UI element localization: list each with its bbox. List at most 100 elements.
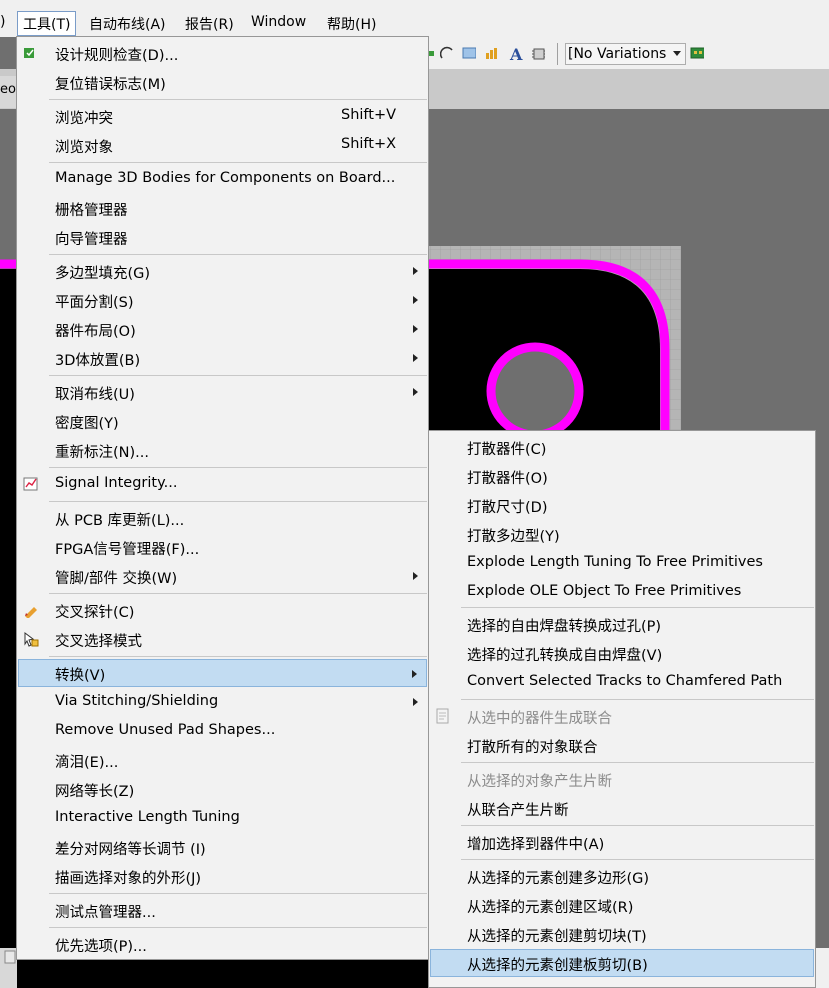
menu-item-outline-selected[interactable]: 描画选择对象的外形(J) bbox=[18, 862, 427, 890]
menu-separator bbox=[461, 699, 814, 700]
menu-item-reset-errors[interactable]: 复位错误标志(M) bbox=[18, 68, 427, 96]
menu-item-convert[interactable]: 转换(V) bbox=[18, 659, 427, 687]
bar-code-icon[interactable] bbox=[485, 46, 499, 60]
rectangle-icon[interactable] bbox=[462, 46, 476, 60]
menu-item-create-polygon[interactable]: 从选择的元素创建多边形(G) bbox=[430, 862, 814, 890]
pcb-board-icon[interactable] bbox=[690, 46, 704, 60]
menubar: ) 工具(T) 自动布线(A) 报告(R) Window 帮助(H) bbox=[0, 0, 829, 37]
menu-item-testpoint-manager[interactable]: 测试点管理器... bbox=[18, 896, 427, 924]
menubar-item-tools[interactable]: 工具(T) bbox=[23, 14, 70, 34]
arc-icon[interactable] bbox=[440, 46, 454, 60]
menu-item-add-selection-to-component[interactable]: 增加选择到器件中(A) bbox=[430, 828, 814, 856]
menu-item-grid-manager[interactable]: 栅格管理器 bbox=[18, 194, 427, 222]
menu-separator bbox=[49, 254, 427, 255]
submenu-arrow-icon bbox=[413, 388, 418, 396]
document-tab[interactable]: eo bbox=[0, 76, 17, 108]
menu-separator bbox=[49, 656, 427, 657]
menu-item-explode-ole-object[interactable]: Explode OLE Object To Free Primitives bbox=[430, 578, 814, 606]
menu-item-re-annotate[interactable]: 重新标注(N)... bbox=[18, 436, 427, 464]
menu-separator bbox=[49, 467, 427, 468]
menu-item-pads-to-vias[interactable]: 选择的自由焊盘转换成过孔(P) bbox=[430, 610, 814, 638]
menu-item-create-cutout[interactable]: 从选择的元素创建剪切块(T) bbox=[430, 920, 814, 948]
menu-item-explode-length-tuning[interactable]: Explode Length Tuning To Free Primitives bbox=[430, 549, 814, 577]
submenu-arrow-icon bbox=[412, 670, 417, 678]
submenu-arrow-icon bbox=[413, 267, 418, 275]
text-icon[interactable]: A bbox=[509, 46, 523, 60]
menu-item-interactive-length-tuning[interactable]: Interactive Length Tuning bbox=[18, 804, 427, 832]
menu-item-fpga-signal-manager[interactable]: FPGA信号管理器(F)... bbox=[18, 533, 427, 561]
menu-item-component-placement[interactable]: 器件布局(O) bbox=[18, 315, 427, 343]
menu-separator bbox=[49, 162, 427, 163]
menu-separator bbox=[49, 927, 427, 928]
menu-separator bbox=[49, 893, 427, 894]
menu-item-remove-unused-pad-shapes[interactable]: Remove Unused Pad Shapes... bbox=[18, 717, 427, 745]
menu-separator bbox=[461, 859, 814, 860]
menu-separator bbox=[49, 501, 427, 502]
menu-item-polygon-pour[interactable]: 多边型填充(G) bbox=[18, 257, 427, 285]
menu-item-cross-select-mode[interactable]: 交叉选择模式 bbox=[18, 625, 427, 653]
menu-item-teardrops[interactable]: 滴泪(E)... bbox=[18, 746, 427, 774]
menubar-item-partial[interactable]: ) bbox=[0, 14, 5, 30]
signal-integrity-icon bbox=[23, 477, 38, 491]
menu-item-update-from-pcb-library[interactable]: 从 PCB 库更新(L)... bbox=[18, 504, 427, 532]
tools-menu: 设计规则检查(D)... 复位错误标志(M) 浏览冲突 Shift+V 浏览对象… bbox=[16, 36, 429, 960]
bottom-tab-icon[interactable] bbox=[4, 950, 16, 964]
variations-dropdown[interactable]: [No Variations bbox=[565, 43, 686, 65]
menu-item-3d-body-placement[interactable]: 3D体放置(B) bbox=[18, 344, 427, 372]
menu-item-drc[interactable]: 设计规则检查(D)... bbox=[18, 39, 427, 67]
menu-separator bbox=[49, 375, 427, 376]
menu-item-create-board-cutout[interactable]: 从选择的元素创建板剪切(B) bbox=[430, 949, 814, 977]
bottom-status-strip bbox=[0, 948, 17, 988]
menu-separator bbox=[461, 762, 814, 763]
submenu-arrow-icon bbox=[413, 572, 418, 580]
menu-item-guide-manager[interactable]: 向导管理器 bbox=[18, 223, 427, 251]
menu-item-fragment-from-selected[interactable]: 从选择的对象产生片断 bbox=[430, 765, 814, 793]
union-icon bbox=[436, 708, 449, 724]
menubar-item-autoroute[interactable]: 自动布线(A) bbox=[89, 14, 166, 34]
menu-separator bbox=[49, 99, 427, 100]
menu-item-browse-objects[interactable]: 浏览对象 Shift+X bbox=[18, 131, 427, 159]
menu-item-browse-violations[interactable]: 浏览冲突 Shift+V bbox=[18, 102, 427, 130]
menu-item-explode-polygon[interactable]: 打散多边型(Y) bbox=[430, 520, 814, 548]
document-tab-label: eo bbox=[0, 82, 16, 97]
menu-item-break-all-unions[interactable]: 打散所有的对象联合 bbox=[430, 731, 814, 759]
toolbar-separator bbox=[557, 43, 558, 65]
menu-item-net-length[interactable]: 网络等长(Z) bbox=[18, 775, 427, 803]
menu-item-diff-pair-length-tuning[interactable]: 差分对网络等长调节 (I) bbox=[18, 833, 427, 861]
drc-icon bbox=[24, 48, 34, 58]
menu-separator bbox=[461, 607, 814, 608]
menu-separator bbox=[461, 825, 814, 826]
menu-item-via-stitching[interactable]: Via Stitching/Shielding bbox=[18, 688, 427, 716]
mounting-hole bbox=[486, 342, 584, 440]
submenu-arrow-icon bbox=[413, 325, 418, 333]
submenu-arrow-icon bbox=[413, 296, 418, 304]
chevron-down-icon bbox=[673, 51, 681, 56]
menubar-item-help[interactable]: 帮助(H) bbox=[327, 14, 376, 34]
cross-probe-icon bbox=[25, 607, 37, 618]
menu-item-split-planes[interactable]: 平面分割(S) bbox=[18, 286, 427, 314]
menu-item-fragment-from-union[interactable]: 从联合产生片断 bbox=[430, 794, 814, 822]
menubar-item-window[interactable]: Window bbox=[251, 14, 306, 30]
menu-item-signal-integrity[interactable]: Signal Integrity... bbox=[18, 470, 427, 498]
menu-item-create-union[interactable]: 从选中的器件生成联合 bbox=[430, 702, 814, 730]
menu-item-density-map[interactable]: 密度图(Y) bbox=[18, 407, 427, 435]
menu-item-explode-dimension[interactable]: 打散尺寸(D) bbox=[430, 491, 814, 519]
menubar-item-reports[interactable]: 报告(R) bbox=[185, 14, 234, 34]
left-board-strip bbox=[0, 409, 17, 949]
menu-item-explode-component-o[interactable]: 打散器件(O) bbox=[430, 462, 814, 490]
chip-icon[interactable] bbox=[531, 46, 545, 60]
submenu-arrow-icon bbox=[413, 698, 418, 706]
menu-item-manage-3d-bodies[interactable]: Manage 3D Bodies for Components on Board… bbox=[18, 165, 427, 193]
menu-item-create-region[interactable]: 从选择的元素创建区域(R) bbox=[430, 891, 814, 919]
menu-item-explode-component-c[interactable]: 打散器件(C) bbox=[430, 433, 814, 461]
menu-separator bbox=[49, 593, 427, 594]
menu-item-vias-to-pads[interactable]: 选择的过孔转换成自由焊盘(V) bbox=[430, 639, 814, 667]
menu-item-tracks-to-chamfered[interactable]: Convert Selected Tracks to Chamfered Pat… bbox=[430, 668, 814, 696]
menu-item-unroute[interactable]: 取消布线(U) bbox=[18, 378, 427, 406]
menu-item-cross-probe[interactable]: 交叉探针(C) bbox=[18, 596, 427, 624]
cross-select-icon bbox=[24, 632, 39, 647]
menu-item-preferences[interactable]: 优先选项(P)... bbox=[18, 930, 427, 958]
submenu-arrow-icon bbox=[413, 354, 418, 362]
menu-item-pin-part-swapping[interactable]: 管脚/部件 交换(W) bbox=[18, 562, 427, 590]
convert-submenu: 打散器件(C) 打散器件(O) 打散尺寸(D) 打散多边型(Y) Explode… bbox=[428, 430, 816, 988]
